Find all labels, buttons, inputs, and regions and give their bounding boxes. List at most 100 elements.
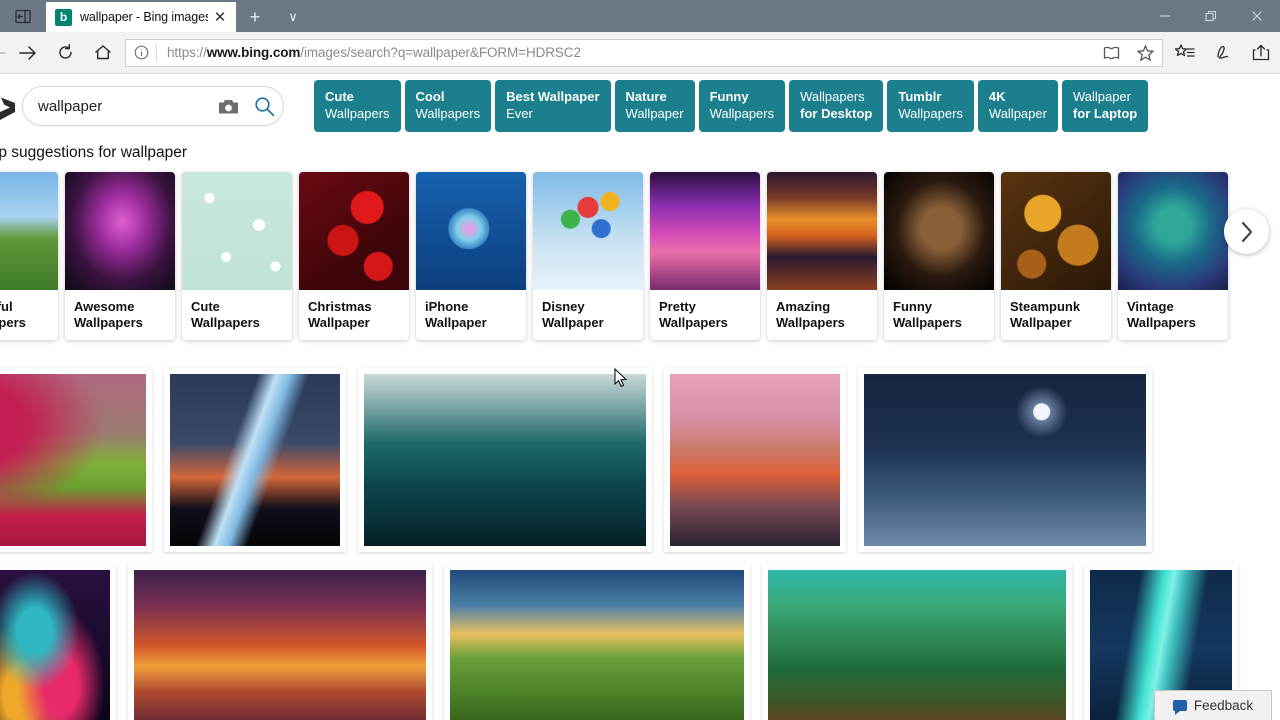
related-chip[interactable]: Cute Wallpapers <box>314 79 401 133</box>
suggestion-card[interactable]: Cute Wallpapers <box>182 172 292 340</box>
suggestion-card[interactable]: Steampunk Wallpaper <box>1001 172 1111 340</box>
suggestion-label: Awesome Wallpapers <box>74 299 143 330</box>
address-text: https://www.bing.com/images/search?q=wal… <box>157 45 1094 60</box>
result-thumbnail <box>170 374 340 546</box>
image-result-tile[interactable] <box>858 368 1152 552</box>
url-suffix: /images/search?q=wallpaper&FORM=HDRSC2 <box>300 45 581 60</box>
suggestion-card[interactable]: Disney Wallpaper <box>533 172 643 340</box>
browser-tab[interactable]: b wallpaper - Bing images ✕ <box>46 2 236 32</box>
suggestion-card[interactable]: Amazing Wallpapers <box>767 172 877 340</box>
feedback-button[interactable]: Feedback <box>1154 690 1272 720</box>
chip-line-2: Ever <box>506 105 533 121</box>
chip-line-1: Cute <box>325 88 354 104</box>
chip-line-1: Cool <box>415 88 445 104</box>
result-thumbnail <box>364 374 646 546</box>
web-notes-pen-icon[interactable] <box>1204 32 1242 74</box>
top-suggestions-section: Top suggestions for wallpaper Beautiful … <box>0 138 1280 340</box>
related-chip[interactable]: 4K Wallpaper <box>977 79 1058 133</box>
chip-line-1: Nature <box>625 88 667 104</box>
bing-search-box[interactable]: wallpaper <box>22 86 284 126</box>
site-info-icon[interactable] <box>126 45 156 60</box>
browser-title-bar: b wallpaper - Bing images ✕ + ∨ <box>0 0 1280 32</box>
suggestion-thumbnail <box>299 172 409 290</box>
bing-favicon: b <box>55 8 72 26</box>
image-result-tile[interactable] <box>128 564 432 720</box>
results-row <box>0 564 1280 720</box>
bing-images-page: wallpaper Cute Wallpapers Cool Wallpapers Be… <box>0 74 1280 720</box>
refresh-button[interactable] <box>46 32 84 74</box>
chip-line-1: 4K <box>988 88 1006 104</box>
tab-title: wallpaper - Bing images <box>80 10 208 24</box>
suggestion-thumbnail <box>65 172 175 290</box>
url-domain: www.bing.com <box>206 45 301 60</box>
suggestion-card[interactable]: Pretty Wallpapers <box>650 172 760 340</box>
close-button[interactable] <box>1234 0 1280 32</box>
suggestion-label: Beautiful Wallpapers <box>0 299 26 330</box>
result-thumbnail <box>670 374 840 546</box>
related-chip[interactable]: Wallpaper for Laptop <box>1061 79 1149 133</box>
search-input[interactable]: wallpaper <box>23 98 211 115</box>
chip-line-2: Wallpapers <box>709 105 775 121</box>
forward-button[interactable] <box>8 32 46 74</box>
chip-line-2: Wallpaper <box>988 105 1047 121</box>
feedback-label: Feedback <box>1193 698 1254 713</box>
related-search-chips: Cute Wallpapers Cool Wallpapers Best Wallpap… <box>314 79 1280 133</box>
chevron-down-icon[interactable]: ∨ <box>274 2 312 32</box>
home-button[interactable] <box>84 32 122 74</box>
related-chip[interactable]: Tumblr Wallpapers <box>887 79 974 133</box>
image-result-tile[interactable] <box>358 368 652 552</box>
related-chip[interactable]: Funny Wallpapers <box>698 79 786 133</box>
reading-view-icon[interactable] <box>1094 40 1128 66</box>
set-aside-tabs-icon[interactable] <box>0 0 46 32</box>
image-result-tile[interactable] <box>0 368 152 552</box>
suggestion-thumbnail <box>533 172 643 290</box>
close-tab-icon[interactable]: ✕ <box>208 5 232 29</box>
visual-search-camera-icon[interactable] <box>211 98 245 115</box>
image-result-tile[interactable] <box>0 564 116 720</box>
related-chip[interactable]: Cool Wallpapers <box>404 79 492 133</box>
address-bar[interactable]: https://www.bing.com/images/search?q=wal… <box>125 38 1163 67</box>
suggestion-thumbnail <box>416 172 526 290</box>
suggestions-carousel: Beautiful Wallpapers Awesome Wallpapers Cu… <box>0 172 1280 340</box>
favorite-star-icon[interactable] <box>1128 40 1162 66</box>
suggestion-label: Cute Wallpapers <box>191 299 260 330</box>
window-controls <box>1142 0 1280 32</box>
related-chip[interactable]: Nature Wallpaper <box>614 79 695 133</box>
image-result-tile[interactable] <box>762 564 1072 720</box>
related-chip[interactable]: Wallpapers for Desktop <box>789 79 884 133</box>
suggestion-card[interactable]: Vintage Wallpapers <box>1118 172 1228 340</box>
chip-line-1: Tumblr <box>898 88 942 104</box>
suggestion-card[interactable]: Beautiful Wallpapers <box>0 172 58 340</box>
url-prefix: https:// <box>167 45 207 60</box>
favorites-list-icon[interactable] <box>1166 32 1204 74</box>
carousel-next-icon[interactable] <box>1224 209 1269 254</box>
result-thumbnail <box>864 374 1146 546</box>
suggestion-card[interactable]: iPhone Wallpaper <box>416 172 526 340</box>
share-icon[interactable] <box>1242 32 1280 74</box>
result-thumbnail <box>0 570 110 720</box>
suggestion-label: Vintage Wallpapers <box>1127 299 1196 330</box>
image-result-tile[interactable] <box>444 564 750 720</box>
chip-line-1: Wallpapers <box>800 88 865 104</box>
suggestion-card[interactable]: Christmas Wallpaper <box>299 172 409 340</box>
related-chip[interactable]: Best Wallpaper Ever <box>495 79 611 133</box>
suggestion-label: Funny Wallpapers <box>893 299 962 330</box>
image-result-tile[interactable] <box>664 368 846 552</box>
chip-line-2: Wallpapers <box>325 105 390 121</box>
minimize-button[interactable] <box>1142 0 1188 32</box>
suggestion-thumbnail <box>767 172 877 290</box>
chip-line-1: Funny <box>709 88 749 104</box>
new-tab-button[interactable]: + <box>236 2 274 32</box>
results-row <box>0 368 1280 552</box>
result-thumbnail <box>0 374 146 546</box>
suggestion-thumbnail <box>650 172 760 290</box>
suggestions-heading: Top suggestions for wallpaper <box>0 144 188 161</box>
browser-nav-bar: https://www.bing.com/images/search?q=wal… <box>0 32 1280 74</box>
suggestion-card[interactable]: Awesome Wallpapers <box>65 172 175 340</box>
suggestion-card[interactable]: Funny Wallpapers <box>884 172 994 340</box>
image-result-tile[interactable] <box>164 368 346 552</box>
restore-button[interactable] <box>1188 0 1234 32</box>
search-icon[interactable] <box>245 96 283 117</box>
back-button[interactable] <box>0 32 8 74</box>
bing-logo-icon[interactable] <box>0 90 18 122</box>
